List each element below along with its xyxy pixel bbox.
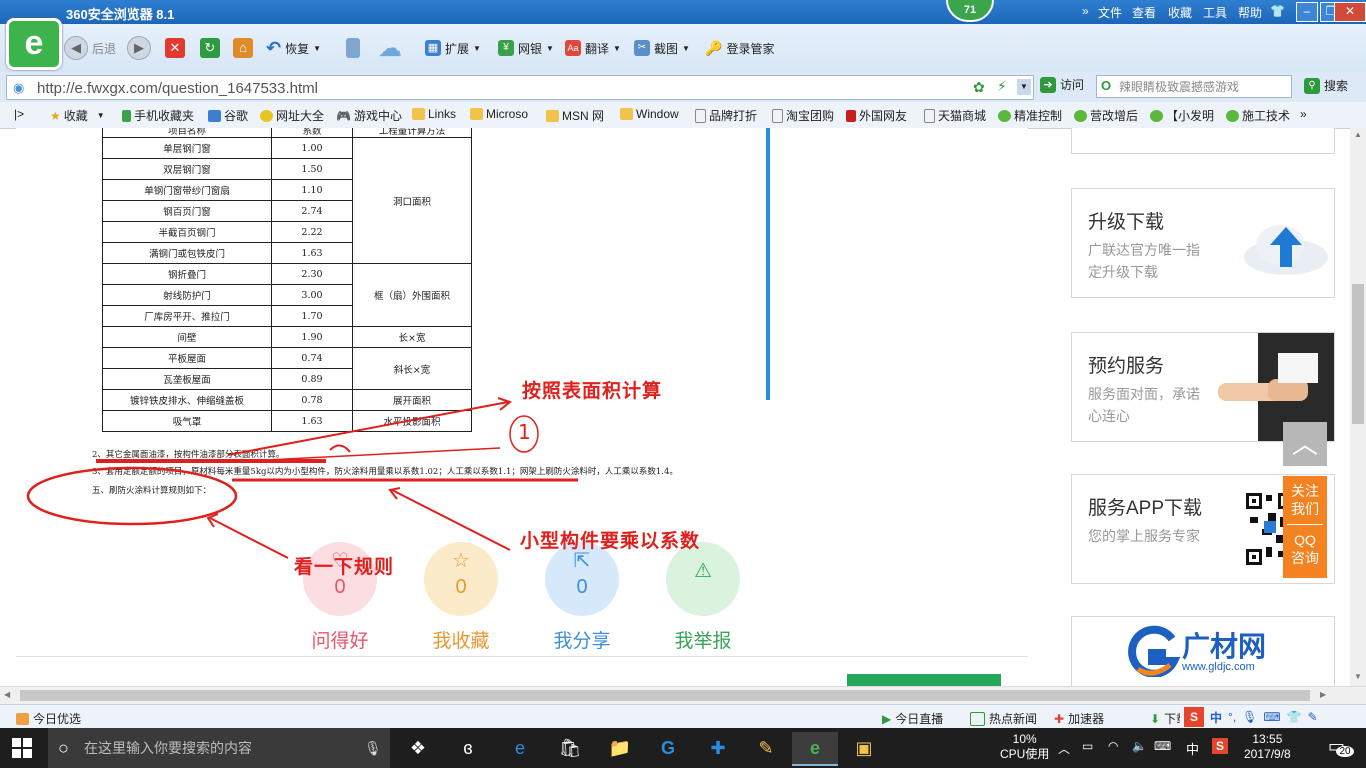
app-cross-icon[interactable]: ✚ [700,732,736,764]
cortana-icon: ○ [58,738,69,758]
news-icon [970,711,985,726]
scroll-left-icon[interactable]: ◀ [4,690,10,699]
annotation-circled-number: 1 [518,420,532,444]
browser-taskbar-icon[interactable]: e [792,732,838,766]
microphone-icon[interactable]: 🎙 [364,728,382,768]
download-icon: ⬇ [1150,711,1161,726]
brand-logo-icon [1128,625,1181,677]
status-news-label: 热点新闻 [989,712,1038,726]
wifi-icon[interactable]: ◠ [1108,739,1118,753]
follow-label: 关注我们 [1291,483,1319,517]
scroll-right-icon[interactable]: ▶ [1320,690,1326,699]
clock[interactable]: 13:55 2017/9/8 [1244,732,1291,762]
ime-indicator[interactable]: 中 [1186,739,1199,758]
stroke-scribble [329,444,351,453]
task-view-icon[interactable]: ❖ [400,732,436,764]
vertical-scroll-thumb[interactable] [1352,284,1364,424]
brand-name: 广材网 [1182,631,1267,662]
gift-icon [16,712,29,725]
status-news[interactable]: 热点新闻 [970,710,1037,727]
upgrade-subtitle: 广联达官方唯一指定升级下载 [1088,242,1200,280]
scroll-up-icon[interactable]: ▲ [1354,130,1362,139]
play-icon: ▶ [882,711,892,726]
brand-url: www.gldjc.com [1182,661,1255,673]
today-picks[interactable]: 今日优选 [16,710,81,727]
vertical-scrollbar[interactable]: ▲ ▼ [1350,128,1366,686]
follow-us-button[interactable]: 关注我们 QQ咨询 [1283,476,1327,578]
app-window-icon[interactable]: ▣ [846,732,882,764]
tools-icon: ✎ [1307,710,1318,724]
edge-icon[interactable]: e [502,732,538,764]
circle-rule [26,466,238,526]
back-to-top-button[interactable]: ︿ [1283,422,1327,466]
arrow-line-2 [391,489,511,551]
windows-start-icon[interactable] [12,738,32,758]
tray-expand-icon[interactable]: ︿ [1058,740,1070,757]
stroke-line [227,447,501,463]
skin-icon: 👕 [1286,710,1302,724]
cpu-meter[interactable]: 10% CPU使用 [1000,732,1049,762]
keyboard-icon: ⌨ [1263,710,1281,724]
arrow-line-3 [209,517,289,559]
cpu-value: 10% [1012,732,1037,746]
clock-time: 13:55 [1252,732,1283,746]
annotation-surface-area: 按照表面积计算 [522,380,663,402]
file-explorer-icon[interactable]: 📁 [602,732,638,764]
ime-toolbar[interactable]: S 中 °, 🎙 ⌨ 👕 ✎ [1180,705,1366,729]
taskbar-search[interactable]: ○ 在这里输入你要搜索的内容 🎙 [48,728,390,768]
status-bar: 今日优选 ▶ 今日直播 热点新闻 ✚ 加速器 ⬇ 下载 S 中 °, 🎙 ⌨ 👕… [0,704,1366,729]
divider [1287,524,1323,525]
horizontal-scroll-thumb[interactable] [20,690,1310,701]
cloud-upload-icon [1244,225,1328,275]
microphone-icon: 🎙 [1242,710,1258,724]
app-download-subtitle: 您的掌上服务专家 [1088,528,1200,544]
accelerator-icon: ✚ [1054,711,1065,726]
keyboard-icon[interactable]: ⌨ [1154,739,1171,753]
upgrade-title: 升级下载 [1088,212,1165,233]
today-picks-label: 今日优选 [33,712,82,726]
sogou-icon: S [1184,707,1204,727]
app-spiral-icon[interactable]: ɞ [450,732,486,764]
cpu-label: CPU使用 [1000,747,1050,761]
booking-subtitle: 服务面对面，承诺心连心 [1088,386,1200,424]
qq-label: QQ咨询 [1291,532,1319,566]
status-live-label: 今日直播 [895,712,944,726]
arrow-line-1 [227,401,509,456]
sogou-tray-icon[interactable]: S [1212,738,1228,754]
upgrade-card[interactable]: 升级下载 广联达官方唯一指定升级下载 [1071,188,1335,298]
brand-card[interactable]: 广材网 www.gldjc.com [1071,616,1335,686]
glodon-icon[interactable]: G [650,732,686,764]
notification-count: 20 [1336,746,1354,757]
volume-icon[interactable]: 🔈 [1132,739,1147,753]
status-accelerator-label: 加速器 [1068,712,1105,726]
annotation-small-parts: 小型构件要乘以系数 [520,530,701,552]
store-icon[interactable]: 🛍 [552,732,588,764]
taskbar-search-placeholder: 在这里输入你要搜索的内容 [84,740,252,756]
annotation-see-rules: 看一下规则 [294,556,395,578]
punctuation-icon: °, [1228,710,1237,724]
scroll-down-icon[interactable]: ▼ [1354,672,1362,681]
battery-icon[interactable]: ▭ [1082,739,1093,753]
status-accelerator[interactable]: ✚ 加速器 [1054,710,1104,727]
app-download-title: 服务APP下载 [1088,498,1203,519]
status-live[interactable]: ▶ 今日直播 [882,710,943,727]
taskbar: ○ 在这里输入你要搜索的内容 🎙 ❖ ɞ e 🛍 📁 G ✚ ✎ e ▣ 10%… [0,728,1366,768]
booking-title: 预约服务 [1088,356,1165,377]
action-center-icon[interactable]: ▭ 20 [1326,736,1354,758]
ime-mode: 中 [1210,710,1223,725]
horizontal-scrollbar[interactable]: ◀ ▶ [0,686,1366,705]
clock-date: 2017/9/8 [1244,747,1291,761]
sidebar-card-top[interactable] [1071,128,1335,154]
notes-icon[interactable]: ✎ [748,732,784,764]
